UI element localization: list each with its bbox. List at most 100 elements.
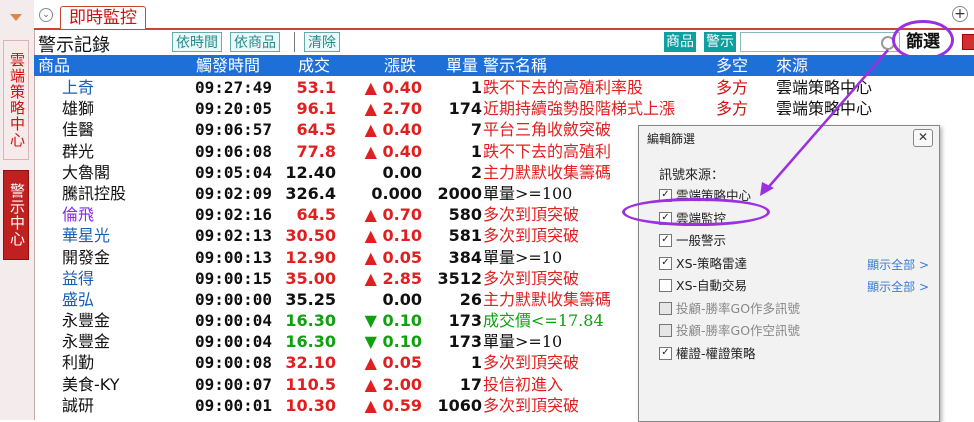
cell-product: 永豐金 [62,311,111,331]
source-option-label: 投顧-勝率GO作空訊號 [676,323,801,338]
cell-product: 益得 [62,268,95,288]
cell-time: 09:05:04 [194,162,272,182]
cell-time: 09:00:13 [194,247,272,267]
cell-side: 多方 [716,78,749,97]
sidebar-tab-cloud-strategy[interactable]: 雲端策略中心 [3,40,29,160]
page-title: 警示記錄 [38,35,110,56]
cell-product: 盛弘 [62,289,95,309]
cell-change: 0.000 [371,183,422,203]
sort-by-product-button[interactable]: 依商品 [230,32,280,52]
cell-time: 09:06:57 [194,120,272,140]
checkbox-checked[interactable]: ✓ [659,256,672,270]
cell-product: 永豐金 [62,332,111,352]
cell-volume: 173 [448,311,482,331]
cell-volume: 580 [448,205,482,225]
cell-alert-name: 主力默默收集籌碼 [483,162,612,182]
cell-time: 09:00:08 [194,353,272,373]
cell-alert-name: 多次到頂突破 [483,226,580,246]
cell-alert-name: 主力默默收集籌碼 [483,289,612,309]
checkbox-unchecked [659,301,672,315]
collapse-chevron-icon[interactable]: ⌄ [39,8,53,22]
col-header-product[interactable]: 商品 [38,55,70,76]
col-header-change[interactable]: 漲跌 [384,55,416,76]
cell-price: 16.30 [285,311,336,331]
cell-volume: 26 [459,289,482,309]
cell-product: 利勤 [62,353,95,373]
add-icon[interactable]: + [952,6,968,22]
checkbox-unchecked[interactable] [659,279,672,292]
cell-volume: 1 [470,78,482,97]
alert-filter-button[interactable]: 警示 [704,32,736,52]
cell-product: 誠研 [62,395,95,415]
cell-time: 09:27:49 [194,78,272,97]
col-header-time[interactable]: 觸發時間 [196,55,260,76]
cell-change: 2.00 [352,374,422,395]
cell-source: 雲端策略中心 [776,78,873,97]
cell-time: 09:00:00 [194,289,272,309]
edit-filter-dialog: 編輯篩選 ✕ 訊號來源： ✓ 雲端策略中心 ✓ 雲端監控 ✓ 一般警示 ✓ XS-策略雷達 顯示… [638,125,940,422]
cell-product: 騰訊控股 [62,183,127,203]
source-option[interactable]: ✓ XS-策略雷達 [659,256,747,274]
col-header-price[interactable]: 成交 [298,55,330,76]
flag-icon[interactable] [962,34,974,50]
toolbar: 警示記錄 依時間 依商品 清除 商品 警示 篩選 [34,20,974,60]
show-all-link[interactable]: 顯示全部 > [867,256,929,273]
source-option-label: 權證-權證策略 [676,345,756,361]
tab-realtime-monitor[interactable]: 即時監控 [60,6,146,29]
col-header-alert-name[interactable]: 警示名稱 [483,55,547,76]
cell-time: 09:00:04 [194,311,272,331]
toolbar-divider [294,32,295,52]
source-option[interactable]: ✓ 權證-權證策略 [659,346,756,364]
cell-price: 16.30 [285,332,336,352]
close-icon[interactable]: ✕ [913,129,933,147]
col-header-volume[interactable]: 單量 [446,55,478,76]
cell-price: 64.5 [296,205,336,225]
clear-button[interactable]: 清除 [304,32,340,52]
sidebar-collapse-arrow-icon[interactable] [10,14,22,21]
checkbox-checked[interactable]: ✓ [659,234,672,247]
cell-time: 09:02:09 [194,183,272,203]
dialog-title: 編輯篩選 [647,132,696,146]
sort-by-time-button[interactable]: 依時間 [172,32,222,52]
col-header-source[interactable]: 來源 [776,55,808,76]
cell-price: 326.4 [285,183,336,203]
cell-time: 09:02:16 [194,205,272,225]
cell-product: 美食-KY [62,374,120,394]
signal-source-label: 訊號來源： [659,168,725,183]
cell-alert-name: 單量>=10 [483,247,563,267]
cell-time: 09:02:13 [194,226,272,246]
cell-alert-name: 近期持續強勢股階梯式上漲 [483,99,676,119]
cell-price: 35.00 [285,268,336,288]
source-option[interactable]: XS-自動交易 [659,278,747,296]
cell-time: 09:00:01 [194,395,272,415]
cell-volume: 17 [459,374,482,394]
checkbox-checked[interactable]: ✓ [659,346,672,360]
cell-price: 12.40 [285,162,336,182]
cell-price: 10.30 [285,395,336,415]
cell-alert-name: 多次到頂突破 [483,268,580,288]
cell-price: 77.8 [296,141,336,161]
source-option-label: 一般警示 [676,233,727,248]
col-header-side[interactable]: 多空 [716,55,748,76]
table-row[interactable]: 雄獅 09:20:05 96.1 2.70 174近期持續強勢股階梯式上漲 多方 雲端策略中… [34,98,974,119]
search-input[interactable] [740,32,900,52]
cell-volume: 384 [448,247,482,267]
show-all-link[interactable]: 顯示全部 > [867,278,929,295]
source-option[interactable]: ✓ 一般警示 [659,233,726,251]
cell-change: 0.00 [382,162,422,182]
cell-alert-name: 平台三角收斂突破 [483,120,612,140]
sidebar-tab-alert-center[interactable]: 警示中心 [3,170,29,260]
product-filter-button[interactable]: 商品 [664,32,696,52]
source-option: 投顧-勝率GO作多訊號 [659,301,800,319]
cell-alert-name: 多次到頂突破 [483,353,580,373]
cell-product: 開發金 [62,247,111,267]
cell-product: 雄獅 [62,99,95,119]
cell-product: 華星光 [62,226,111,246]
cell-price: 110.5 [285,374,336,394]
panel-titlebar: ⌄ 即時監控 + [34,0,974,30]
cell-product: 倫飛 [62,205,95,225]
table-row[interactable]: 上奇 09:27:49 53.1 0.40 1跌不下去的高殖利率股 多方 雲端策略中心 [34,77,974,98]
cell-change: 0.10 [352,225,422,246]
filter-highlight-circle [892,20,954,60]
cell-time: 09:00:15 [194,268,272,288]
